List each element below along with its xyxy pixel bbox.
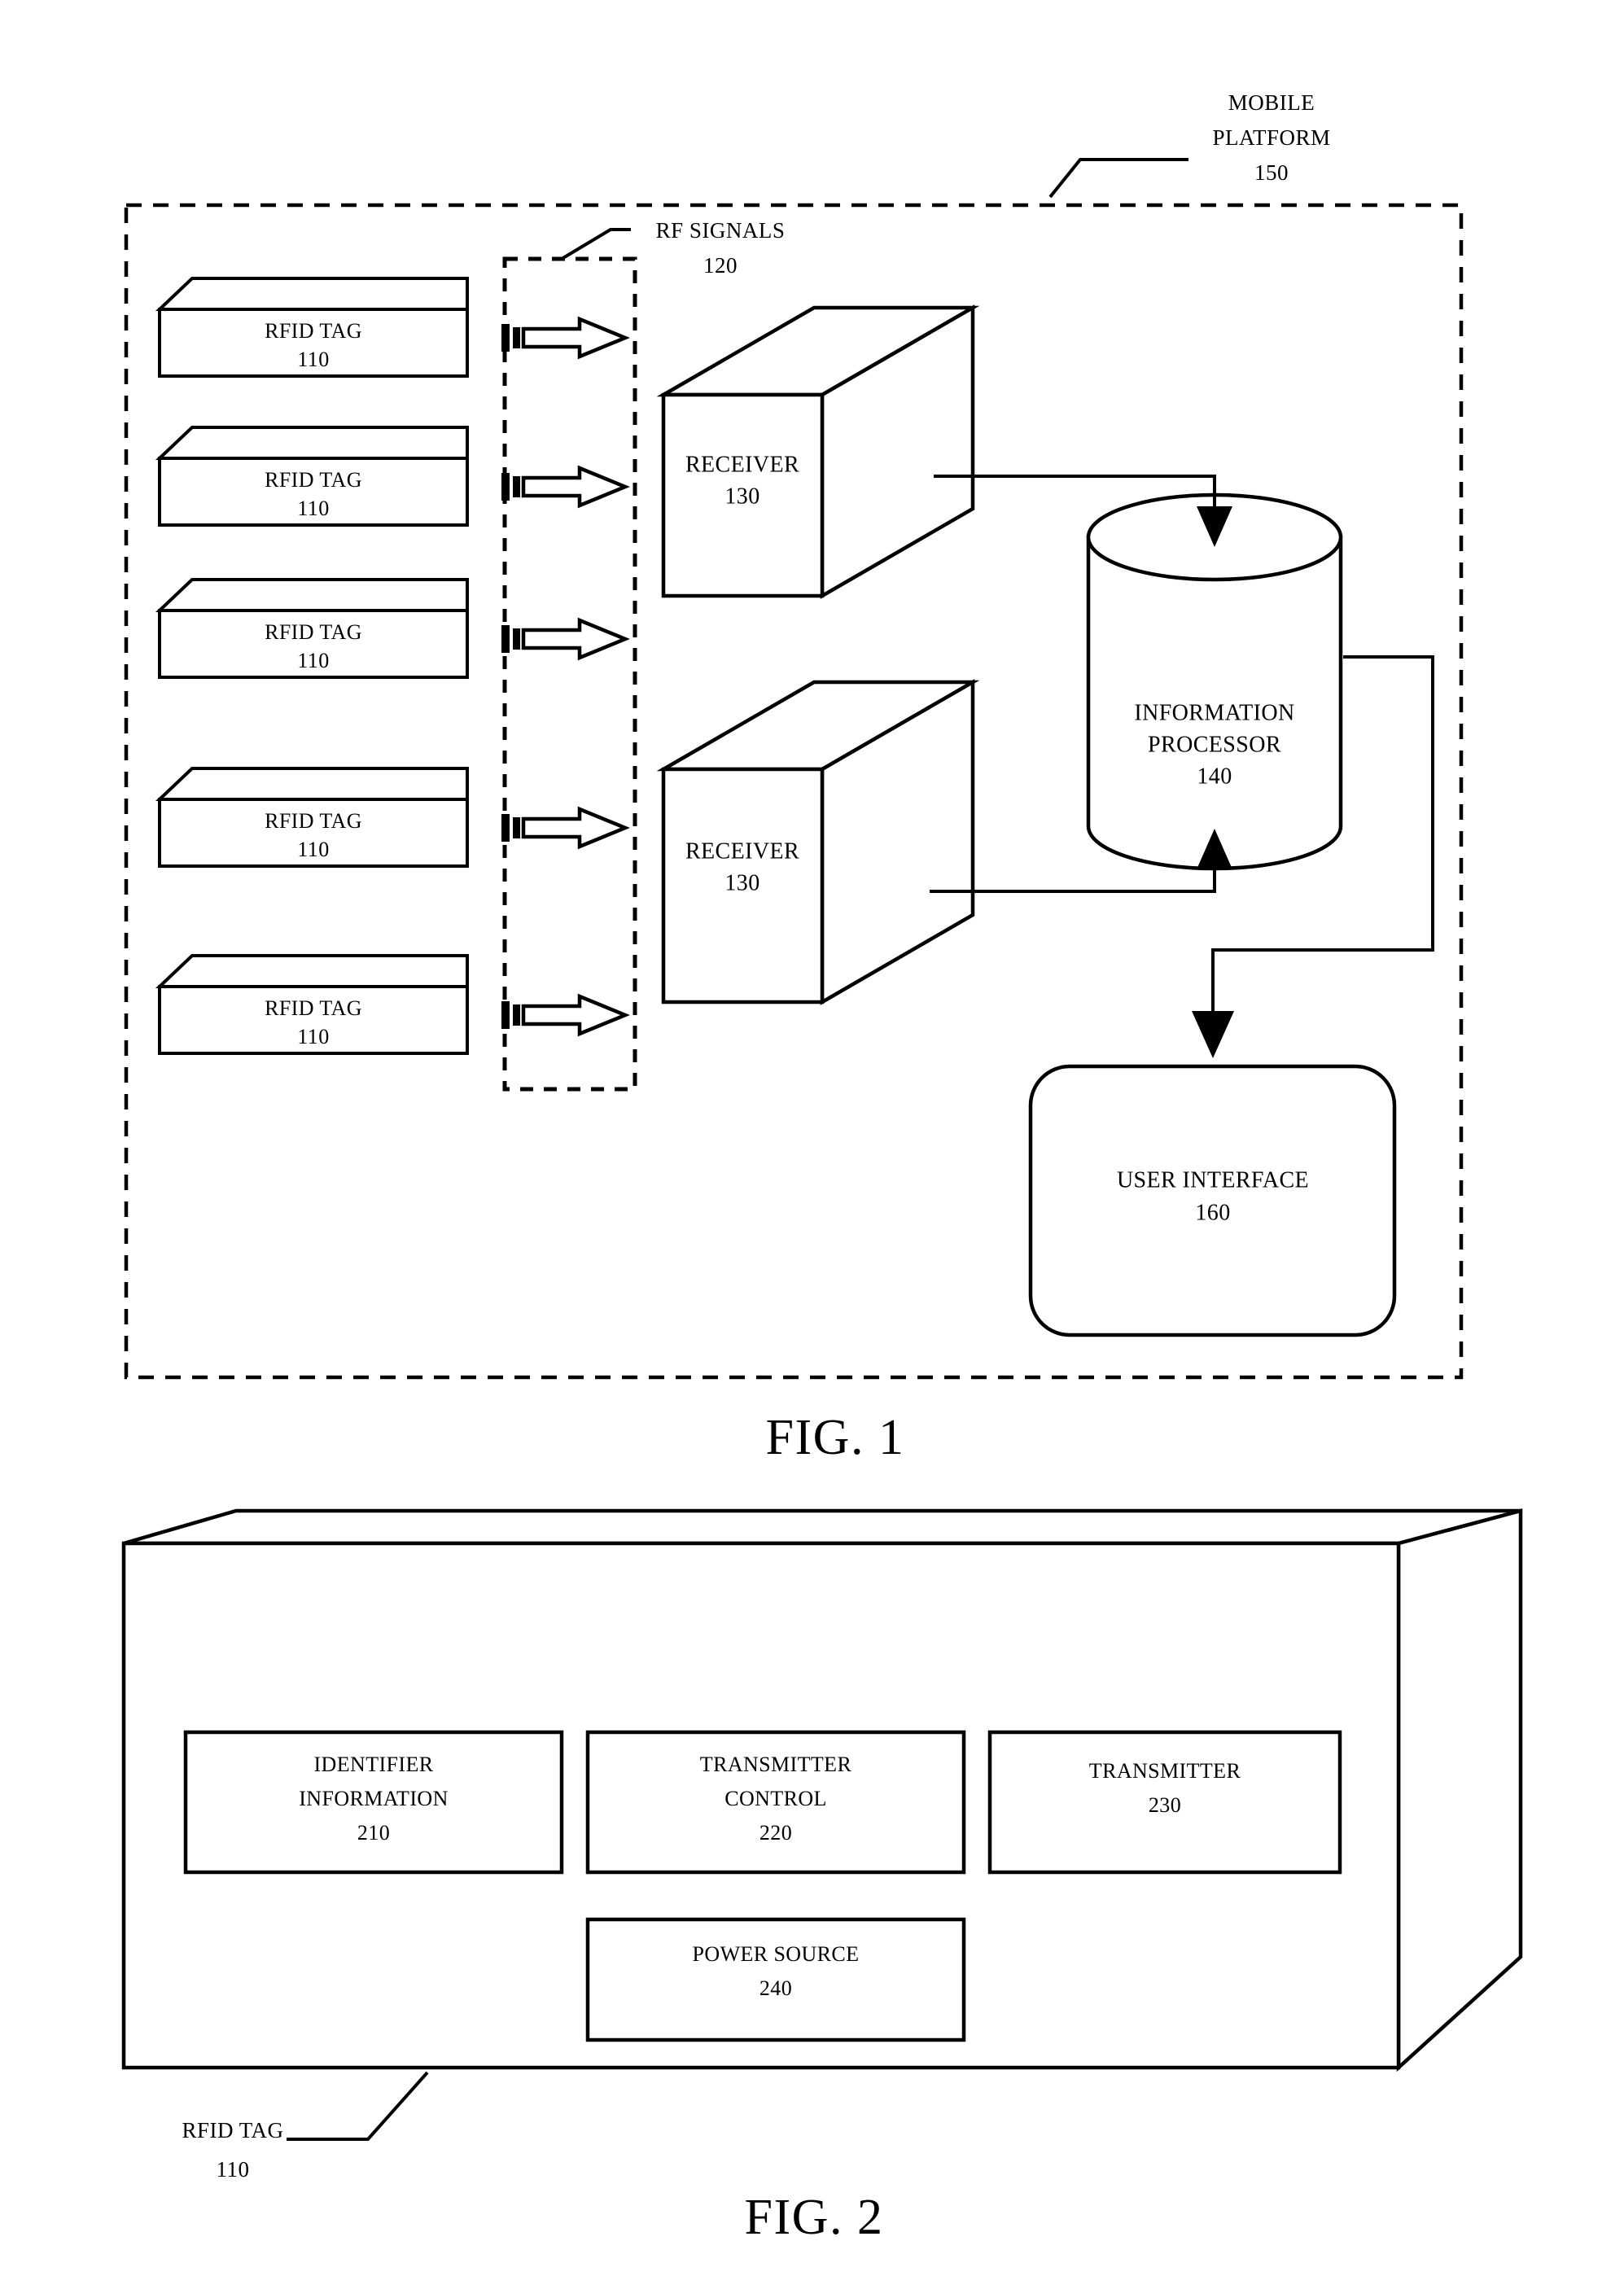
rf-signals-label: RF SIGNALS [656,218,786,243]
block-transmitter-control-line2: CONTROL [724,1787,827,1810]
rfid-tag-1-label: RFID TAG [265,319,362,343]
rf-antenna-bar-5 [501,1001,510,1029]
rfid-tag-2-top-face [155,426,469,460]
rf-signals-boundary [502,256,637,1092]
rfid-tag-4-top-face [155,767,469,801]
block-identifier-information: IDENTIFIER INFORMATION 210 [183,1730,564,1875]
rf-antenna-bar-2b [513,476,520,497]
rf-signal-arrow-2 [501,465,630,509]
figure-1-caption: FIG. 1 [766,1410,905,1465]
rf-signal-arrow-1-glyph [521,316,630,360]
rf-signals-leader-line [560,228,631,260]
rf-antenna-bar-3b [513,628,520,650]
block-transmitter-control-line1: TRANSMITTER [700,1753,852,1776]
rfid-tag-device-label: RFID TAG [182,2118,283,2142]
patent-drawing-sheet: MOBILE PLATFORM 150 RF SIGNALS 120 RFID … [0,0,1624,2289]
rfid-tag-5-ref: 110 [297,1025,329,1048]
user-interface-label: USER INTERFACE [1117,1167,1309,1193]
rf-signal-arrow-4-glyph [521,806,630,850]
rfid-tag-4-label: RFID TAG [265,809,362,833]
rf-antenna-bar-1 [501,324,510,352]
block-identifier-information-line1: IDENTIFIER [314,1753,434,1776]
rfid-tag-2-label: RFID TAG [265,468,362,492]
block-transmitter: TRANSMITTER 230 [987,1730,1342,1875]
rf-signal-arrow-5 [501,993,630,1037]
block-power-source-ref: 240 [759,1976,792,2000]
rfid-tag-3-ref: 110 [297,649,329,672]
mobile-platform-leader-line [1048,158,1188,199]
rfid-tag-1-top-face [155,277,469,311]
rf-antenna-bar-5b [513,1004,520,1026]
receiver-1-ref: 130 [724,484,759,509]
rf-signal-arrow-2-glyph [521,465,630,509]
user-interface: USER INTERFACE 160 [1028,1064,1397,1337]
rf-antenna-bar-3 [501,625,510,653]
block-transmitter-ref: 230 [1149,1793,1181,1817]
rfid-tag-5: RFID TAG 110 [155,954,469,1055]
rfid-tag-3-top-face [155,578,469,612]
information-processor-label-line2: PROCESSOR [1148,732,1281,757]
rfid-tag-1-ref: 110 [297,348,329,371]
mobile-platform-ref: 150 [1254,160,1289,185]
block-transmitter-control: TRANSMITTER CONTROL 220 [585,1730,966,1875]
arrowhead-processor-to-user-interface [1192,1011,1234,1058]
rfid-tag-1: RFID TAG 110 [155,277,469,378]
receiver-2: RECEIVER 130 [656,679,980,1005]
rfid-tag-2: RFID TAG 110 [155,426,469,527]
rf-signal-arrow-3 [501,617,630,661]
rf-antenna-bar-4b [513,817,520,838]
rf-signal-arrow-5-glyph [521,993,630,1037]
rf-signal-arrow-3-glyph [521,617,630,661]
block-identifier-information-line2: INFORMATION [299,1787,449,1810]
rf-signal-arrow-1 [501,316,630,360]
figure-2-caption: FIG. 2 [745,2190,884,2245]
rf-antenna-bar-1b [513,327,520,348]
rfid-tag-device-ref: 110 [217,2157,250,2182]
rfid-tag-2-ref: 110 [297,497,329,520]
rfid-tag-device-top-face [123,1508,1521,1546]
rfid-tag-4-ref: 110 [297,838,329,861]
information-processor-ref: 140 [1197,764,1232,789]
information-processor: INFORMATION PROCESSOR 140 [1086,492,1343,871]
rfid-tag-4: RFID TAG 110 [155,767,469,868]
block-transmitter-control-ref: 220 [759,1821,792,1845]
figure-2: IDENTIFIER INFORMATION 210 TRANSMITTER C… [121,1508,1523,2245]
rf-signals-ref: 120 [703,253,738,278]
block-identifier-information-ref: 210 [357,1821,390,1845]
receiver-2-label: RECEIVER [685,838,799,864]
rfid-tag-3-label: RFID TAG [265,620,362,644]
rfid-tag-3: RFID TAG 110 [155,578,469,679]
mobile-platform-label-line2: PLATFORM [1212,125,1330,150]
rf-antenna-bar-4 [501,814,510,842]
drawing-canvas: MOBILE PLATFORM 150 RF SIGNALS 120 RFID … [121,90,1523,2245]
block-power-source: POWER SOURCE 240 [585,1917,966,2042]
user-interface-ref: 160 [1195,1200,1230,1225]
block-power-source-line1: POWER SOURCE [693,1942,860,1966]
rfid-tag-device-right-face [1396,1508,1523,2072]
receiver-2-ref: 130 [724,870,759,895]
rfid-tag-5-top-face [155,954,469,988]
receiver-1: RECEIVER 130 [656,304,980,599]
rf-signal-arrow-4 [501,806,630,850]
receiver-1-label: RECEIVER [685,452,799,477]
block-transmitter-line1: TRANSMITTER [1089,1759,1241,1783]
rf-antenna-bar-2 [501,473,510,501]
rfid-tag-5-label: RFID TAG [265,996,362,1020]
rfid-tag-device-leader-line [287,2071,429,2141]
figure-1: MOBILE PLATFORM 150 RF SIGNALS 120 RFID … [124,90,1464,1465]
information-processor-label-line1: INFORMATION [1134,700,1294,725]
mobile-platform-label-line1: MOBILE [1228,90,1315,115]
